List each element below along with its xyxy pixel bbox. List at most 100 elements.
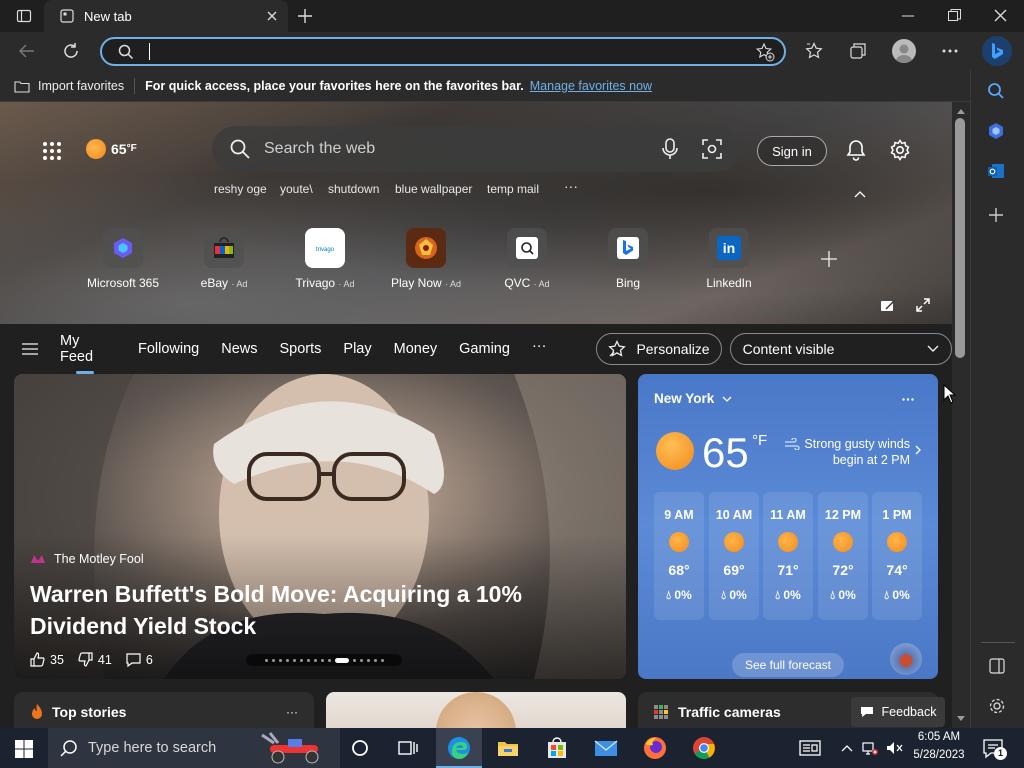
quick-link-qvc[interactable]: QVC · Ad	[482, 228, 572, 290]
close-window-button[interactable]	[994, 9, 1007, 22]
collapse-chevron-up-icon[interactable]	[854, 190, 866, 198]
page-scrollbar[interactable]	[952, 102, 970, 728]
carousel-dots[interactable]	[246, 654, 402, 666]
nav-tab-following[interactable]: Following	[138, 341, 199, 357]
sidebar-outlook-icon[interactable]	[987, 162, 1005, 180]
quick-link-microsoft-365[interactable]: Microsoft 365	[78, 228, 168, 290]
sidebar-settings-icon[interactable]	[988, 697, 1006, 715]
notification-center-icon[interactable]: 1	[983, 738, 1007, 760]
manage-favorites-link[interactable]: Manage favorites now	[530, 79, 652, 93]
chevron-right-icon[interactable]	[915, 445, 921, 455]
page-settings-gear-icon[interactable]	[889, 139, 911, 161]
hide-sidebar-icon[interactable]	[989, 658, 1005, 674]
visual-search-icon[interactable]	[702, 139, 722, 159]
quick-link-linkedin[interactable]: in LinkedIn	[684, 228, 774, 290]
suggestion-item[interactable]: temp mail	[487, 182, 539, 196]
sign-in-button[interactable]: Sign in	[757, 136, 827, 166]
nav-tab-sports[interactable]: Sports	[279, 341, 321, 357]
microsoft-store-icon[interactable]	[545, 736, 569, 760]
apps-launcher-icon[interactable]	[42, 141, 62, 161]
taskbar-search-box[interactable]: Type here to search	[48, 728, 340, 768]
minimize-button[interactable]	[902, 10, 914, 22]
nav-tab-my-feed[interactable]: My Feed	[60, 333, 116, 374]
weather-card[interactable]: New York 65 °F Strong gusty winds begin …	[638, 374, 938, 679]
suggestion-item[interactable]: youte\	[280, 182, 313, 196]
mail-icon[interactable]	[594, 736, 618, 760]
tab-new-tab[interactable]: New tab	[44, 0, 288, 32]
show-hidden-icons-chevron-icon[interactable]	[841, 744, 853, 752]
tab-actions-icon[interactable]	[16, 8, 32, 24]
sidebar-copilot-icon[interactable]	[987, 122, 1005, 140]
hero-weather[interactable]: 65 °F	[86, 139, 137, 159]
nav-more-button[interactable]: ···	[532, 338, 547, 354]
content-visible-dropdown[interactable]: Content visible	[729, 333, 952, 365]
story-source[interactable]: The Motley Fool	[30, 552, 144, 566]
close-tab-icon[interactable]	[266, 10, 278, 22]
taskbar-time[interactable]: 6:05 AM	[916, 731, 962, 743]
weather-location[interactable]: New York	[654, 391, 732, 406]
notifications-bell-icon[interactable]	[846, 139, 866, 161]
story-headline[interactable]: Warren Buffett's Bold Move: Acquiring a …	[30, 578, 550, 642]
scrollbar-thumb[interactable]	[955, 118, 965, 358]
sidebar-search-icon[interactable]	[987, 82, 1005, 100]
new-tab-button[interactable]	[296, 7, 314, 25]
firefox-icon[interactable]	[643, 736, 667, 760]
hero-story-card[interactable]: The Motley Fool Warren Buffett's Bold Mo…	[14, 374, 626, 679]
refresh-button[interactable]	[62, 42, 80, 60]
taskbar-date[interactable]: 5/28/2023	[910, 749, 968, 761]
windows-start-icon[interactable]	[15, 740, 33, 758]
cortana-icon[interactable]	[348, 736, 372, 760]
quick-link-bing[interactable]: Bing	[583, 228, 673, 290]
collections-button[interactable]	[849, 42, 867, 60]
task-view-icon[interactable]	[396, 736, 420, 760]
edge-taskbar-button[interactable]	[436, 728, 482, 768]
top-stories-card[interactable]: Top stories ···	[14, 692, 314, 728]
restore-button[interactable]	[948, 9, 961, 22]
dislike-icon[interactable]	[78, 652, 93, 667]
address-bar[interactable]	[100, 37, 786, 66]
weather-more-button[interactable]	[902, 398, 914, 401]
back-button[interactable]	[18, 42, 36, 60]
bing-copilot-button[interactable]	[982, 36, 1012, 66]
like-icon[interactable]	[30, 652, 45, 667]
nav-tab-play[interactable]: Play	[343, 341, 371, 357]
edit-background-icon[interactable]	[880, 299, 896, 313]
weather-map-thumbnail-icon[interactable]	[890, 643, 922, 675]
suggestion-item[interactable]: shutdown	[328, 182, 379, 196]
personalize-button[interactable]: Personalize	[596, 333, 722, 365]
sidebar-add-icon[interactable]	[989, 208, 1003, 222]
comment-icon[interactable]	[126, 652, 141, 667]
see-full-forecast-button[interactable]: See full forecast	[732, 653, 844, 677]
web-search-box[interactable]: Search the web	[212, 126, 740, 172]
volume-muted-icon[interactable]	[886, 740, 904, 756]
feedback-button[interactable]: Feedback	[851, 697, 945, 727]
chrome-icon[interactable]	[692, 736, 716, 760]
scroll-down-arrow-icon[interactable]	[957, 716, 965, 722]
nav-tab-gaming[interactable]: Gaming	[459, 341, 510, 357]
add-favorite-icon[interactable]	[755, 42, 775, 62]
nav-tab-news[interactable]: News	[221, 341, 257, 357]
add-quick-link-icon[interactable]	[821, 251, 837, 267]
favorites-button[interactable]	[805, 42, 823, 60]
suggestion-item[interactable]: blue wallpaper	[395, 182, 472, 196]
hamburger-menu-icon[interactable]	[22, 343, 38, 355]
expand-background-icon[interactable]	[916, 298, 930, 312]
microphone-icon[interactable]	[662, 138, 678, 160]
top-stories-more-button[interactable]: ···	[286, 705, 298, 719]
more-options-button[interactable]	[942, 49, 958, 53]
nav-tab-money[interactable]: Money	[394, 341, 438, 357]
import-favorites-button[interactable]: Import favorites	[38, 79, 124, 93]
suggestions-more-button[interactable]: ···	[564, 178, 578, 194]
scroll-up-arrow-icon[interactable]	[957, 108, 965, 114]
quick-link-trivago[interactable]: trivago Trivago · Ad	[280, 228, 370, 290]
quick-link-play-now[interactable]: Play Now · Ad	[381, 228, 471, 290]
profile-avatar[interactable]	[892, 39, 916, 63]
file-explorer-icon[interactable]	[496, 736, 520, 760]
news-widget-icon[interactable]	[798, 736, 822, 760]
news-image-card[interactable]	[326, 692, 626, 728]
wind-alert[interactable]: Strong gusty winds begin at 2 PM	[784, 436, 910, 468]
hour-time: 10 AM	[715, 508, 753, 522]
quick-link-ebay[interactable]: eBay · Ad	[179, 228, 269, 290]
network-icon[interactable]	[862, 740, 880, 756]
suggestion-item[interactable]: reshy oge	[214, 182, 267, 196]
